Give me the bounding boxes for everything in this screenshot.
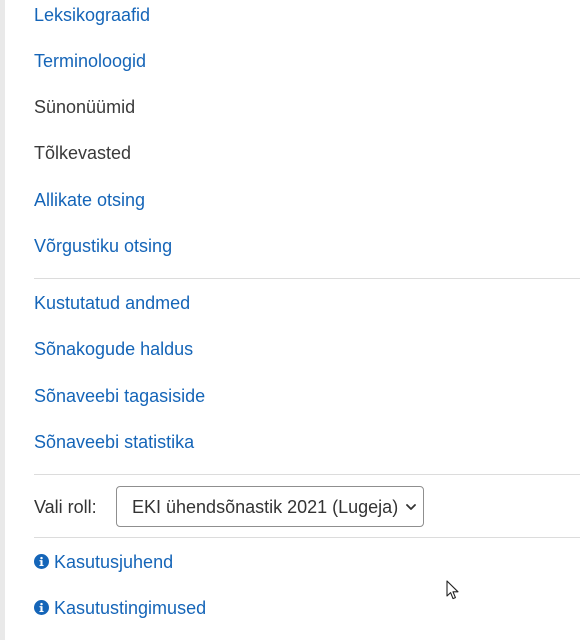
info-circle-icon — [34, 554, 49, 569]
help-link-kasutustingimused-label: Kasutustingimused — [54, 598, 207, 618]
role-label: Vali roll: — [34, 497, 97, 517]
help-link-kasutusjuhend-label: Kasutusjuhend — [54, 552, 174, 572]
side-menu: Leksikograafid Terminoloogid Sünonüümid … — [0, 0, 580, 640]
menu-item-vorgustiku-otsing[interactable]: Võrgustiku otsing — [34, 235, 172, 257]
help-link-kasutustingimused[interactable]: Kasutustingimused — [34, 597, 206, 619]
menu-item-allikate-otsing[interactable]: Allikate otsing — [34, 189, 145, 211]
menu-divider — [34, 278, 580, 279]
menu-item-sonakogude-haldus[interactable]: Sõnakogude haldus — [34, 338, 193, 360]
menu-item-sonaveebi-tagasiside[interactable]: Sõnaveebi tagasiside — [34, 385, 205, 407]
menu-item-kustutatud-andmed[interactable]: Kustutatud andmed — [34, 292, 190, 314]
menu-divider — [34, 537, 580, 538]
role-select[interactable]: EKI ühendsõnastik 2021 (Lugeja) — [116, 486, 424, 527]
mouse-cursor-icon — [446, 580, 459, 600]
chevron-down-icon — [406, 504, 416, 510]
menu-item-terminoloogid[interactable]: Terminoloogid — [34, 50, 146, 72]
menu-item-leksikograafid[interactable]: Leksikograafid — [34, 4, 150, 26]
info-circle-icon — [34, 600, 49, 615]
menu-divider — [34, 474, 580, 475]
menu-item-sonaveebi-statistika[interactable]: Sõnaveebi statistika — [34, 431, 194, 453]
menu-item-synonyymid: Sünonüümid — [34, 97, 136, 117]
menu-item-tolkevasted: Tõlkevasted — [34, 143, 132, 163]
role-select-value: EKI ühendsõnastik 2021 (Lugeja) — [132, 497, 399, 517]
help-link-kasutusjuhend[interactable]: Kasutusjuhend — [34, 551, 173, 573]
